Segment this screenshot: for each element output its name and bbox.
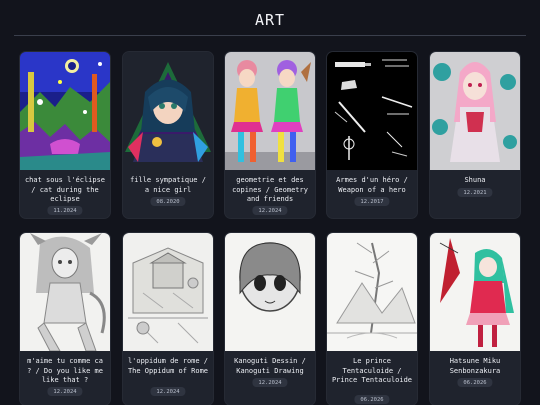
art-card[interactable]: Armes d'un héro / Weapon of a hero 12.20… — [327, 52, 417, 218]
artwork-caption: Armes d'un héro / Weapon of a hero — [336, 176, 408, 194]
art-gallery-grid: chat sous l'éclipse / cat during the ecl… — [0, 0, 540, 405]
artwork-thumbnail — [123, 233, 213, 351]
date-badge: 08.2020 — [150, 197, 186, 206]
art-card[interactable]: Kanoguti Dessin / Kanoguti Drawing 12.20… — [225, 233, 315, 405]
art-card[interactable]: l'oppidum de rome / The Oppidum of Rome … — [123, 233, 213, 405]
art-card[interactable]: fille sympatique / a nice girl 08.2020 — [123, 52, 213, 218]
artwork-thumbnail — [123, 52, 213, 170]
date-badge: 12.2017 — [354, 197, 390, 206]
artwork-caption: chat sous l'éclipse / cat during the ecl… — [24, 176, 106, 203]
art-card[interactable]: Le prince Tentaculoide / Prince Tentacul… — [327, 233, 417, 405]
artwork-thumbnail — [327, 52, 417, 170]
date-badge: 12.2024 — [47, 387, 83, 396]
date-badge: 11.2024 — [47, 206, 83, 215]
artwork-caption: l'oppidum de rome / The Oppidum of Rome — [127, 357, 209, 375]
artwork-caption: m'aime tu comme ca ? / Do you like me li… — [27, 357, 103, 384]
artwork-thumbnail — [225, 52, 315, 170]
date-badge: 12.2024 — [252, 378, 288, 387]
artwork-thumbnail — [20, 52, 110, 170]
date-badge: 12.2024 — [150, 387, 186, 396]
artwork-thumbnail — [327, 233, 417, 351]
artwork-caption: fille sympatique / a nice girl — [130, 176, 206, 194]
date-badge: 12.2024 — [252, 206, 288, 215]
artwork-caption: Shuna — [464, 176, 486, 184]
date-badge: 12.2021 — [457, 188, 493, 197]
art-card[interactable]: Shuna 12.2021 — [430, 52, 520, 218]
artwork-thumbnail — [225, 233, 315, 351]
date-badge: 06.2026 — [457, 378, 493, 387]
artwork-caption: Kanoguti Dessin / Kanoguti Drawing — [234, 357, 306, 375]
artwork-thumbnail — [20, 233, 110, 351]
artwork-thumbnail — [430, 233, 520, 351]
art-card[interactable]: m'aime tu comme ca ? / Do you like me li… — [20, 233, 110, 405]
art-card[interactable]: geometrie et des copines / Geometry and … — [225, 52, 315, 218]
art-card[interactable]: chat sous l'éclipse / cat during the ecl… — [20, 52, 110, 218]
artwork-caption: geometrie et des copines / Geometry and … — [232, 176, 308, 203]
artwork-caption: Hatsune Miku Senbonzakura — [449, 357, 501, 375]
art-card[interactable]: Hatsune Miku Senbonzakura 06.2026 — [430, 233, 520, 405]
date-badge: 06.2026 — [354, 395, 390, 404]
artwork-caption: Le prince Tentaculoide / Prince Tentacul… — [331, 357, 413, 384]
artwork-thumbnail — [430, 52, 520, 170]
